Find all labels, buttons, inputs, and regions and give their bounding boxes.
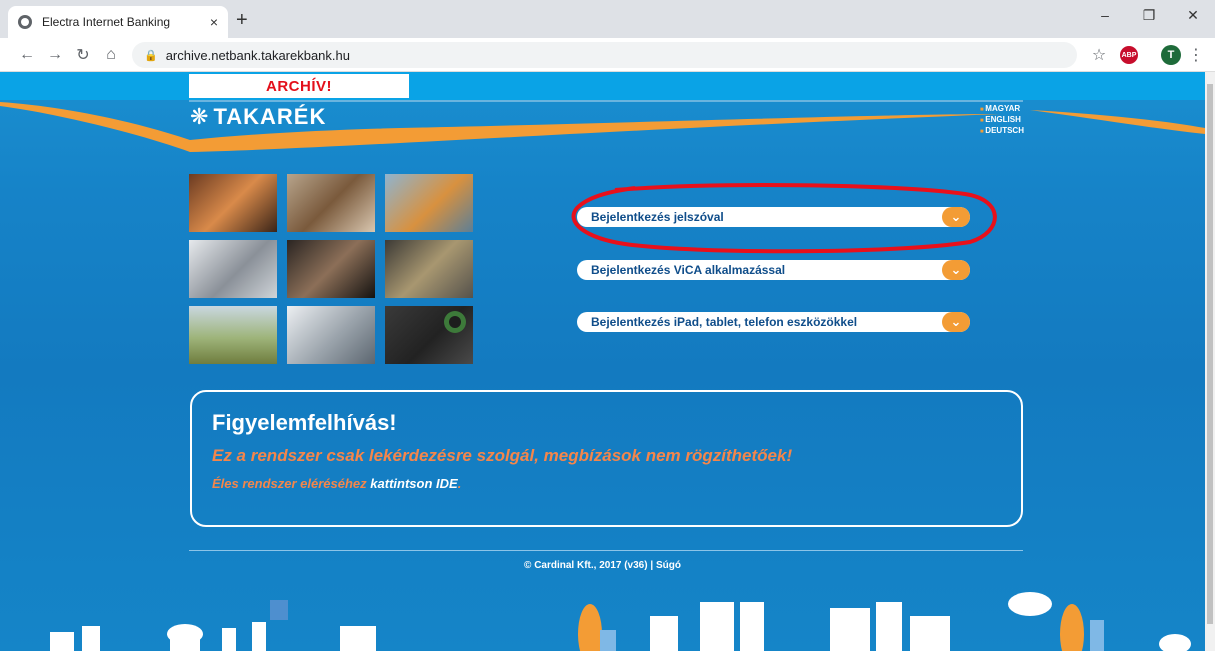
red-highlight-ellipse bbox=[571, 183, 997, 254]
reload-icon[interactable]: ↻ bbox=[72, 44, 94, 66]
browser-tabbar: Electra Internet Banking × + – ❐ ✕ bbox=[0, 0, 1215, 38]
login-device-button[interactable]: Bejelentkezés iPad, tablet, telefon eszk… bbox=[577, 312, 970, 332]
footer: © Cardinal Kft., 2017 (v36) | Súgó bbox=[0, 560, 1205, 571]
takarek-logo: ❋ TAKARÉK bbox=[190, 104, 326, 130]
footer-divider bbox=[189, 550, 1023, 551]
login-vica-button[interactable]: Bejelentkezés ViCA alkalmazással ⌄ bbox=[577, 260, 970, 280]
notice-box: Figyelemfelhívás! Ez a rendszer csak lek… bbox=[190, 390, 1023, 527]
copyright-text: © Cardinal Kft., 2017 (v36) | bbox=[524, 560, 654, 571]
close-window-button[interactable]: ✕ bbox=[1171, 0, 1215, 30]
photo-keyboard bbox=[287, 306, 375, 364]
menu-dots-icon[interactable]: ⋮ bbox=[1188, 44, 1204, 66]
page-scrollbar[interactable] bbox=[1205, 72, 1215, 651]
live-system-prefix: Éles rendszer eléréséhez bbox=[212, 476, 367, 491]
profile-button[interactable]: T bbox=[1160, 44, 1182, 66]
photo-padlock bbox=[385, 240, 473, 298]
photo-man-dog bbox=[287, 174, 375, 232]
lang-magyar[interactable]: MAGYAR bbox=[980, 104, 1024, 115]
globe-icon bbox=[18, 15, 32, 29]
lang-deutsch[interactable]: DEUTSCH bbox=[980, 126, 1024, 137]
new-tab-button[interactable]: + bbox=[236, 9, 248, 32]
photo-tablet bbox=[189, 174, 277, 232]
header-swoosh bbox=[0, 100, 1205, 152]
logo-star-icon: ❋ bbox=[190, 104, 210, 129]
archive-label: ARCHÍV! bbox=[189, 74, 409, 98]
adblock-extension-button[interactable]: ABP bbox=[1118, 44, 1140, 66]
browser-toolbar: ← → ↻ ⌂ 🔒 archive.netbank.takarekbank.hu… bbox=[0, 38, 1215, 72]
back-arrow-icon[interactable]: ← bbox=[16, 44, 38, 66]
live-system-suffix: . bbox=[457, 476, 462, 491]
card-chip-graphic bbox=[444, 311, 466, 333]
url-text: archive.netbank.takarekbank.hu bbox=[165, 47, 350, 63]
home-icon[interactable]: ⌂ bbox=[100, 44, 122, 66]
notice-warning: Ez a rendszer csak lekérdezésre szolgál,… bbox=[212, 446, 793, 465]
login-vica-label: Bejelentkezés ViCA alkalmazással bbox=[591, 263, 786, 277]
city-skyline-illustration bbox=[50, 592, 1191, 651]
avatar: T bbox=[1161, 45, 1181, 65]
photo-card-reader bbox=[385, 306, 473, 364]
photo-woman-laptop bbox=[287, 240, 375, 298]
notice-heading: Figyelemfelhívás! bbox=[212, 410, 397, 435]
address-bar[interactable]: 🔒 archive.netbank.takarekbank.hu bbox=[132, 42, 1077, 68]
chevron-down-icon: ⌄ bbox=[942, 260, 970, 280]
lock-icon: 🔒 bbox=[144, 49, 158, 62]
restore-button[interactable]: ❐ bbox=[1127, 0, 1171, 30]
live-system-line: Éles rendszer eléréséhez kattintson IDE. bbox=[212, 476, 1001, 491]
lang-english[interactable]: ENGLISH bbox=[980, 115, 1024, 126]
minimize-button[interactable]: – bbox=[1083, 0, 1127, 30]
logo-text: TAKARÉK bbox=[213, 104, 327, 129]
scrollbar-thumb[interactable] bbox=[1207, 84, 1213, 624]
page-content: ARCHÍV! ❋ TAKARÉK MAGYAR ENGLISH DEUTSCH… bbox=[0, 72, 1205, 651]
photo-woman-phone bbox=[385, 174, 473, 232]
help-link[interactable]: Súgó bbox=[656, 560, 681, 571]
browser-tab[interactable]: Electra Internet Banking × bbox=[8, 6, 228, 38]
language-selector: MAGYAR ENGLISH DEUTSCH bbox=[980, 104, 1024, 137]
bookmark-star-icon[interactable]: ☆ bbox=[1088, 44, 1110, 66]
tab-close-icon[interactable]: × bbox=[210, 14, 218, 30]
forward-arrow-icon[interactable]: → bbox=[44, 44, 66, 66]
live-system-link[interactable]: kattintson IDE bbox=[370, 476, 457, 491]
window-controls: – ❐ ✕ bbox=[1083, 0, 1215, 30]
photo-landscape bbox=[189, 306, 277, 364]
tab-title: Electra Internet Banking bbox=[42, 15, 171, 29]
adblock-icon: ABP bbox=[1120, 46, 1138, 64]
login-device-label: Bejelentkezés iPad, tablet, telefon eszk… bbox=[591, 315, 858, 329]
top-band bbox=[0, 72, 1205, 100]
photo-businessman bbox=[189, 240, 277, 298]
chevron-down-icon: ⌄ bbox=[942, 312, 970, 332]
